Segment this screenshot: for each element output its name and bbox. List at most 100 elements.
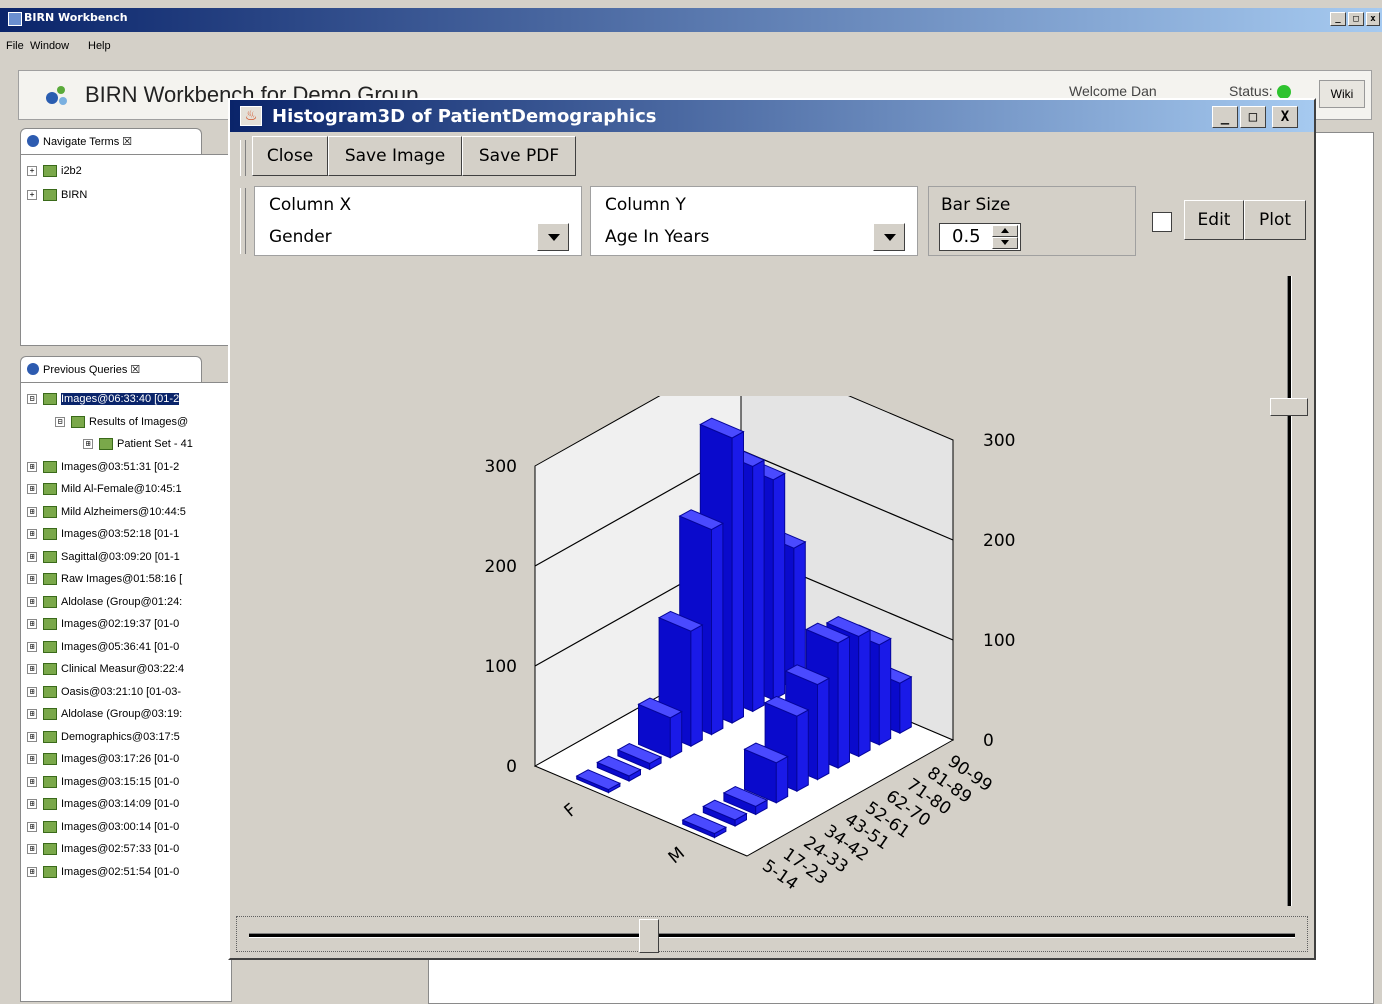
options-grip[interactable] (240, 188, 246, 254)
folder-icon (43, 165, 57, 178)
expand-icon[interactable]: ⊟ (27, 394, 37, 405)
menu-bar: File Window Help (0, 36, 1382, 60)
menu-file[interactable]: File (6, 40, 24, 52)
query-list-item[interactable]: ⊞ Patient Set - 41 (83, 438, 193, 460)
query-icon (43, 820, 57, 833)
save-pdf-button[interactable]: Save PDF (462, 136, 576, 176)
query-list-item[interactable]: ⊞ Images@02:51:54 [01-0 (27, 865, 179, 888)
horizontal-slider-track[interactable] (249, 933, 1295, 938)
dialog-minimize-button[interactable]: _ (1212, 106, 1238, 128)
expand-icon[interactable]: ⊞ (27, 664, 37, 675)
query-icon (43, 505, 57, 518)
query-list-item[interactable]: ⊞ Images@03:51:31 [01-2 (27, 460, 179, 483)
query-list-item[interactable]: ⊞ Images@05:36:41 [01-0 (27, 640, 179, 663)
query-list-item[interactable]: ⊞ Oasis@03:21:10 [01-03- (27, 685, 181, 708)
dialog-maximize-button[interactable]: □ (1240, 106, 1266, 128)
query-list-item[interactable]: ⊞ Images@03:00:14 [01-0 (27, 820, 179, 843)
expand-icon[interactable]: + (27, 190, 37, 201)
minimize-button[interactable]: _ (1330, 12, 1346, 26)
toolbar-grip[interactable] (240, 140, 246, 176)
query-icon (43, 798, 57, 811)
spinner-down-icon[interactable] (992, 237, 1018, 249)
chevron-down-icon[interactable] (873, 223, 905, 251)
query-icon (43, 528, 57, 541)
bar-size-value[interactable]: 0.5 (952, 226, 981, 247)
expand-icon[interactable]: ⊞ (27, 799, 37, 810)
vertical-slider-thumb[interactable] (1270, 398, 1308, 417)
wiki-button[interactable]: Wiki (1319, 80, 1365, 108)
query-icon (43, 663, 57, 676)
query-list-item[interactable]: ⊞ Sagittal@03:09:20 [01-1 (27, 550, 180, 573)
tab-previous-queries[interactable]: Previous Queries ☒ (20, 356, 202, 383)
expand-icon[interactable]: ⊟ (55, 416, 65, 427)
z-tick-label-left: 100 (485, 657, 517, 677)
horizontal-slider-thumb[interactable] (638, 919, 659, 953)
vertical-slider-track[interactable] (1287, 276, 1292, 906)
query-list-item[interactable]: ⊞ Images@03:15:15 [01-0 (27, 775, 179, 798)
query-icon (43, 685, 57, 698)
expand-icon[interactable]: ⊞ (27, 461, 37, 472)
expand-icon[interactable]: ⊞ (27, 754, 37, 765)
expand-icon[interactable]: ⊞ (27, 551, 37, 562)
save-image-button[interactable]: Save Image (328, 136, 462, 176)
expand-icon[interactable]: ⊞ (27, 506, 37, 517)
query-list-item[interactable]: ⊞ Aldolase (Group@01:24: (27, 595, 182, 618)
query-list-item[interactable]: ⊟ Images@06:33:40 [01-2 (27, 393, 180, 415)
column-x-select[interactable]: Column X Gender (254, 186, 582, 256)
query-list-item[interactable]: ⊞ Images@03:17:26 [01-0 (27, 753, 179, 775)
query-list-item[interactable]: ⊞ Images@03:14:09 [01-0 (27, 798, 179, 820)
column-y-select[interactable]: Column Y Age In Years (590, 186, 918, 256)
expand-icon[interactable]: ⊞ (27, 709, 37, 720)
query-label: Images@03:52:18 [01-1 (61, 528, 180, 541)
query-list-item[interactable]: ⊞ Mild Al-Female@10:45:1 (27, 483, 182, 505)
expand-icon[interactable]: ⊞ (27, 776, 37, 787)
expand-icon[interactable]: ⊞ (27, 731, 37, 742)
menu-window[interactable]: Window (30, 40, 69, 52)
edit-button[interactable]: Edit (1184, 200, 1244, 240)
tree-item-birn[interactable]: + BIRN (27, 189, 87, 211)
spinner-up-icon[interactable] (992, 225, 1018, 237)
query-label: Patient Set - 41 (117, 438, 193, 451)
expand-icon[interactable]: ⊞ (27, 529, 37, 540)
chevron-down-icon[interactable] (537, 223, 569, 251)
query-list-item[interactable]: ⊞ Images@02:19:37 [01-0 (27, 618, 179, 640)
query-icon (43, 730, 57, 743)
expand-icon[interactable]: ⊞ (27, 844, 37, 855)
query-list-item[interactable]: ⊞ Raw Images@01:58:16 [ (27, 573, 182, 595)
expand-icon[interactable]: ⊞ (27, 574, 37, 585)
query-label: Mild Al-Female@10:45:1 (61, 483, 182, 496)
expand-icon[interactable]: ⊞ (27, 619, 37, 630)
menu-help[interactable]: Help (88, 40, 111, 52)
expand-icon[interactable]: ⊞ (27, 641, 37, 652)
close-window-button[interactable]: x (1366, 12, 1380, 26)
expand-icon[interactable]: ⊞ (27, 821, 37, 832)
expand-icon[interactable]: + (27, 166, 37, 177)
query-list-item[interactable]: ⊟ Results of Images@ (55, 415, 188, 438)
query-list-item[interactable]: ⊞ Images@03:52:18 [01-1 (27, 528, 179, 550)
maximize-button[interactable]: □ (1348, 12, 1364, 26)
dialog-titlebar[interactable]: ♨ Histogram3D of PatientDemographics _ □… (230, 100, 1314, 132)
main-window-titlebar: BIRN Workbench _ □ x (0, 8, 1382, 32)
vertical-rotation-slider[interactable] (1270, 276, 1310, 906)
query-list-item[interactable]: ⊞ Demographics@03:17:5 (27, 730, 180, 753)
option-checkbox[interactable] (1152, 212, 1172, 232)
histogram-dialog: ♨ Histogram3D of PatientDemographics _ □… (228, 98, 1316, 960)
query-list-item[interactable]: ⊞ Clinical Measur@03:22:4 (27, 663, 184, 685)
query-list-item[interactable]: ⊞ Aldolase (Group@03:19: (27, 708, 182, 730)
tab-navigate-terms[interactable]: Navigate Terms ☒ (20, 128, 202, 155)
z-tick-label-right: 100 (983, 631, 1015, 651)
expand-icon[interactable]: ⊞ (27, 866, 37, 877)
query-list-item[interactable]: ⊞ Mild Alzheimers@10:44:5 (27, 505, 186, 528)
dialog-close-icon[interactable]: X (1272, 106, 1298, 128)
plot-button[interactable]: Plot (1244, 200, 1306, 240)
expand-icon[interactable]: ⊞ (27, 484, 37, 495)
query-list-item[interactable]: ⊞ Images@02:57:33 [01-0 (27, 843, 179, 865)
bar-size-spinner[interactable]: 0.5 (939, 223, 1021, 251)
close-button[interactable]: Close (252, 136, 328, 176)
expand-icon[interactable]: ⊞ (27, 596, 37, 607)
expand-icon[interactable]: ⊞ (83, 439, 93, 450)
expand-icon[interactable]: ⊞ (27, 686, 37, 697)
tree-item-i2b2[interactable]: + i2b2 (27, 165, 82, 187)
horizontal-rotation-slider[interactable] (236, 916, 1308, 953)
column-y-label: Column Y (605, 195, 686, 215)
